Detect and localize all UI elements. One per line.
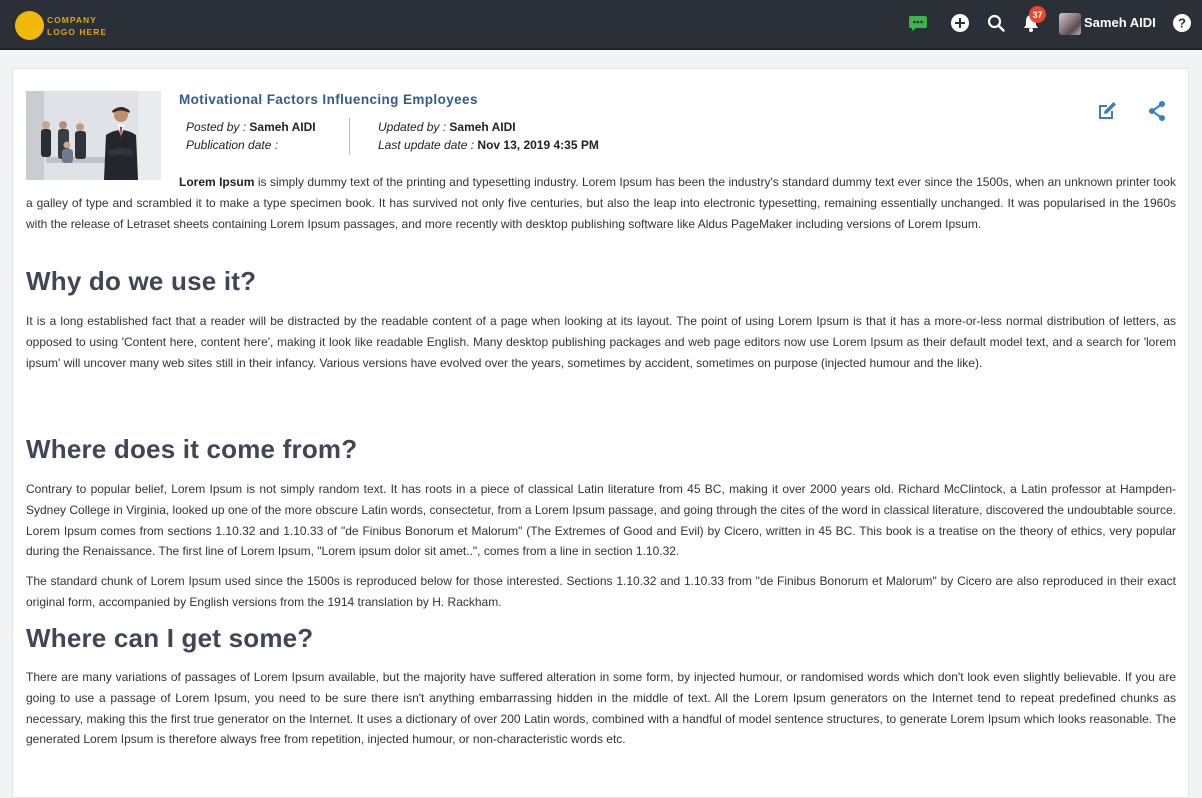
top-bar-divider bbox=[0, 48, 1202, 50]
section-paragraph: Contrary to popular belief, Lorem Ipsum … bbox=[26, 482, 1176, 559]
add-icon[interactable] bbox=[949, 12, 971, 34]
chat-icon[interactable] bbox=[907, 12, 929, 34]
updated-by-line: Updated by : Sameh AIDI bbox=[378, 118, 516, 136]
logo-line-2: LOGO HERE bbox=[47, 26, 108, 37]
posted-by-label: Posted by : bbox=[186, 120, 247, 134]
logo-text: COMPANY LOGO HERE bbox=[47, 14, 107, 38]
updated-by-label: Updated by : bbox=[378, 120, 447, 134]
search-icon[interactable] bbox=[985, 12, 1007, 34]
last-update-label: Last update date : bbox=[378, 138, 475, 152]
svg-text:?: ? bbox=[1178, 16, 1186, 31]
logo-line-1: COMPANY bbox=[47, 14, 97, 25]
logo-mark bbox=[15, 11, 44, 40]
business-people-image bbox=[26, 91, 161, 180]
section-paragraph: There are many variations of passages of… bbox=[26, 670, 1176, 747]
edit-icon[interactable] bbox=[1095, 99, 1119, 123]
publication-date-line: Publication date : bbox=[186, 136, 278, 154]
last-update-line: Last update date : Nov 13, 2019 4:35 PM bbox=[378, 136, 599, 154]
help-icon[interactable]: ? bbox=[1171, 12, 1193, 34]
updated-by-value: Sameh AIDI bbox=[449, 120, 516, 134]
section-paragraph: The standard chunk of Lorem Ipsum used s… bbox=[26, 574, 1176, 609]
intro-bold-text: Lorem Ipsum bbox=[179, 175, 255, 189]
user-name[interactable]: Sameh AIDI bbox=[1084, 15, 1156, 30]
posted-by-line: Posted by : Sameh AIDI bbox=[186, 118, 316, 136]
last-update-value: Nov 13, 2019 4:35 PM bbox=[477, 138, 599, 152]
user-avatar[interactable] bbox=[1059, 13, 1081, 35]
section-heading: Where can I get some? bbox=[26, 623, 314, 653]
section-heading: Why do we use it? bbox=[26, 266, 257, 296]
notification-count-badge: 37 bbox=[1029, 6, 1046, 23]
meta-divider bbox=[349, 118, 350, 155]
post-title[interactable]: Motivational Factors Influencing Employe… bbox=[179, 92, 478, 107]
publication-date-label: Publication date : bbox=[186, 138, 279, 152]
section-paragraph: It is a long established fact that a rea… bbox=[26, 314, 1176, 370]
posted-by-value: Sameh AIDI bbox=[249, 120, 316, 134]
post-thumbnail bbox=[26, 91, 161, 180]
intro-paragraph: Lorem Ipsum is simply dummy text of the … bbox=[26, 172, 1176, 234]
section-heading: Where does it come from? bbox=[26, 434, 358, 464]
company-logo[interactable]: COMPANY LOGO HERE bbox=[15, 11, 107, 40]
share-icon[interactable] bbox=[1145, 99, 1169, 123]
